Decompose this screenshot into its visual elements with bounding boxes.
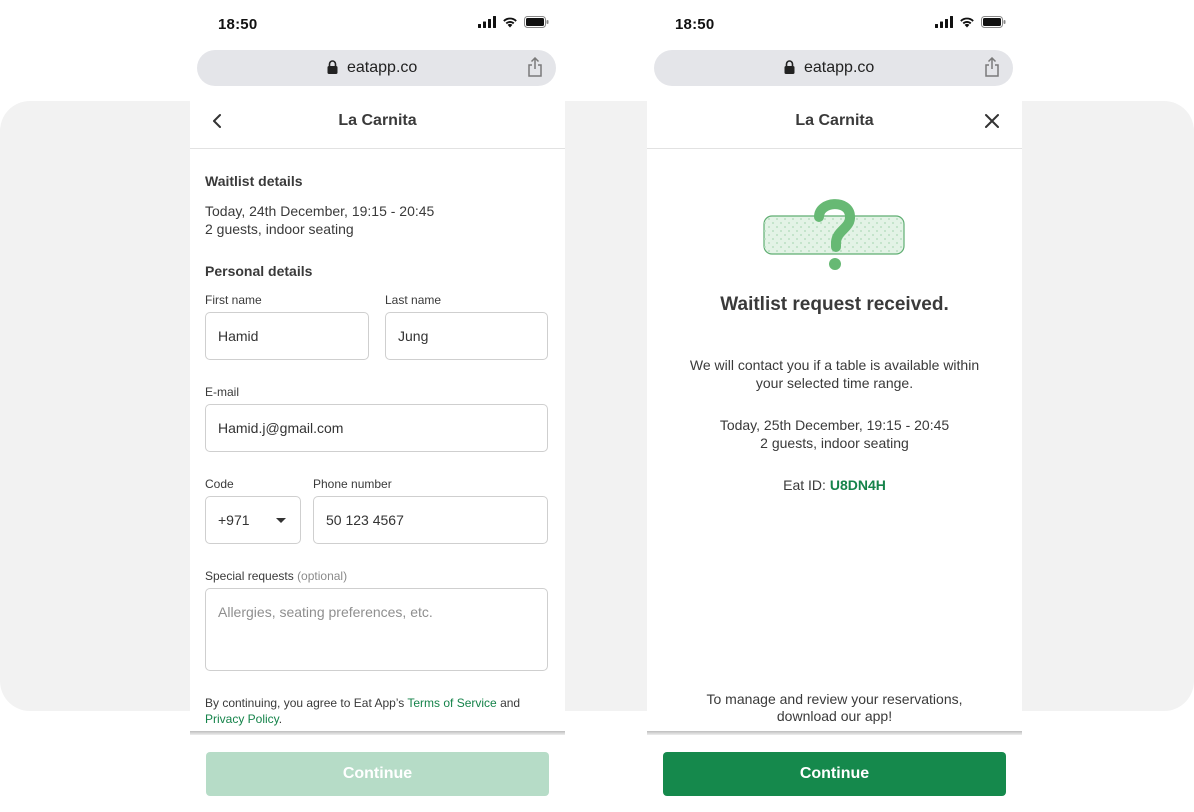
last-name-value: Jung	[398, 328, 429, 344]
phone-field[interactable]: 50 123 4567	[313, 496, 548, 544]
confirmation-panel: La Carnita Waitlist request received. We…	[647, 101, 1022, 735]
battery-icon	[981, 16, 1006, 28]
wifi-icon	[960, 17, 974, 28]
first-name-field[interactable]: Hamid	[205, 312, 369, 360]
email-label: E-mail	[205, 385, 240, 399]
eat-id-value: U8DN4H	[829, 477, 886, 493]
app-header: La Carnita	[647, 101, 1022, 149]
continue-button[interactable]: Continue	[663, 752, 1006, 796]
eat-id: Eat ID: U8DN4H	[647, 476, 1022, 494]
question-mark-icon	[763, 199, 905, 270]
terms-link[interactable]: Terms of Service	[407, 696, 496, 710]
status-time: 18:50	[218, 16, 258, 33]
eat-id-label: Eat ID:	[783, 477, 830, 493]
contact-line-1: We will contact you if a table is availa…	[689, 357, 980, 373]
share-icon[interactable]	[984, 57, 1000, 77]
contact-line-2: your selected time range.	[755, 375, 914, 391]
app-header: La Carnita	[190, 101, 565, 149]
special-requests-placeholder: Allergies, seating preferences, etc.	[218, 604, 433, 620]
email-value: Hamid.j@gmail.com	[218, 420, 344, 436]
first-name-value: Hamid	[218, 328, 259, 344]
legal-notice: By continuing, you agree to Eat App’s Te…	[205, 696, 521, 726]
share-icon[interactable]	[527, 57, 543, 77]
wifi-icon	[503, 17, 517, 28]
email-field[interactable]: Hamid.j@gmail.com	[205, 404, 548, 452]
waitlist-date: Today, 24th December, 19:15 - 20:45	[205, 203, 435, 219]
status-time: 18:50	[675, 16, 715, 33]
lock-icon	[784, 60, 795, 74]
waitlist-details-title: Waitlist details	[205, 173, 303, 189]
first-name-label: First name	[205, 293, 262, 307]
phone-confirmation-screen: 18:50 eatapp.co La Carnita Waitlist requ…	[647, 0, 1022, 812]
confirmation-date: Today, 25th December, 19:15 - 20:45	[719, 417, 950, 433]
optional-hint: (optional)	[297, 569, 348, 583]
manage-line-1: To manage and review your reservations,	[706, 691, 963, 707]
manage-line-2: download our app!	[776, 708, 893, 724]
url-text: eatapp.co	[804, 59, 875, 76]
restaurant-title: La Carnita	[338, 112, 417, 129]
lock-icon	[327, 60, 338, 74]
status-bar: 18:50	[647, 0, 1022, 48]
personal-details-title: Personal details	[205, 263, 313, 279]
last-name-field[interactable]: Jung	[385, 312, 548, 360]
last-name-label: Last name	[385, 293, 442, 307]
close-icon[interactable]	[982, 111, 1002, 131]
continue-button[interactable]: Continue	[206, 752, 549, 796]
code-label: Code	[205, 477, 234, 491]
footer-divider	[190, 731, 565, 735]
browser-url-bar[interactable]: eatapp.co	[654, 50, 1013, 86]
country-code-value: +971	[218, 512, 250, 528]
privacy-link[interactable]: Privacy Policy	[205, 712, 279, 726]
confirmation-title: Waitlist request received.	[720, 294, 949, 315]
special-requests-textarea[interactable]: Allergies, seating preferences, etc.	[205, 588, 548, 671]
signal-icon	[935, 16, 953, 28]
signal-icon	[478, 16, 496, 28]
special-requests-label: Special requests (optional)	[205, 569, 348, 583]
confirmation-guests: 2 guests, indoor seating	[760, 435, 909, 451]
phone-form-screen: 18:50 eatapp.co La Carnita Waitlist deta…	[190, 0, 565, 812]
booking-form: La Carnita Waitlist details Today, 24th …	[190, 101, 565, 735]
browser-url-bar[interactable]: eatapp.co	[197, 50, 556, 86]
caret-down-icon	[276, 518, 286, 523]
waitlist-guests: 2 guests, indoor seating	[205, 221, 354, 237]
restaurant-title: La Carnita	[795, 112, 874, 129]
status-bar: 18:50	[190, 0, 565, 48]
phone-value: 50 123 4567	[326, 512, 404, 528]
url-text: eatapp.co	[347, 59, 418, 76]
footer-divider	[647, 731, 1022, 735]
battery-icon	[524, 16, 549, 28]
phone-label: Phone number	[313, 477, 392, 491]
country-code-select[interactable]: +971	[205, 496, 301, 544]
